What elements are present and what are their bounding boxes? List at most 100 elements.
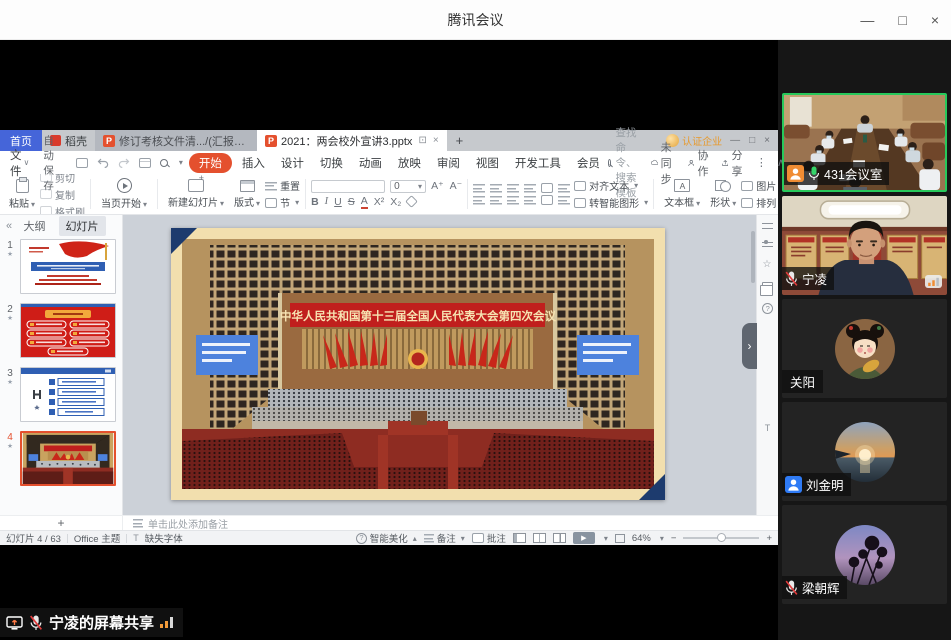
- section-button[interactable]: 节▾: [265, 195, 300, 210]
- notes-bar[interactable]: 单击此处添加备注: [123, 516, 778, 531]
- slide-canvas[interactable]: 中华人民共和国第十三届全国人民代表大会第四次会议: [123, 215, 756, 515]
- participant-tile-ningling[interactable]: 宁凌: [782, 196, 947, 295]
- tab-close-icon[interactable]: ×: [433, 135, 439, 146]
- printer-icon[interactable]: [139, 158, 151, 168]
- resources-star-icon[interactable]: ☆: [763, 260, 773, 270]
- collapse-panel-icon[interactable]: «: [6, 220, 12, 232]
- align-text-button[interactable]: 对齐文本▾: [574, 178, 648, 193]
- bullets-icon[interactable]: [473, 183, 485, 193]
- print-preview-icon[interactable]: [160, 159, 168, 167]
- bold-button[interactable]: B: [311, 196, 319, 208]
- text-tool-icon[interactable]: [765, 422, 771, 434]
- normal-view-icon[interactable]: [513, 533, 526, 543]
- undo-icon[interactable]: [97, 158, 109, 168]
- add-slide-button[interactable]: +: [0, 516, 123, 530]
- menu-review[interactable]: 审阅: [429, 153, 468, 173]
- slide-thumb-4-selected[interactable]: 4★: [2, 431, 122, 486]
- theme-name[interactable]: Office 主题: [74, 531, 120, 545]
- slide-thumb-3[interactable]: 3★: [2, 367, 122, 422]
- panes-icon[interactable]: [762, 282, 773, 291]
- missing-font-label[interactable]: 缺失字体: [145, 531, 183, 545]
- menu-design[interactable]: 设计: [273, 153, 312, 173]
- textbox-button[interactable]: 文本框▾: [659, 179, 705, 209]
- numbering-icon[interactable]: [490, 183, 502, 193]
- zoom-slider[interactable]: [683, 537, 759, 539]
- strikethrough-button[interactable]: S: [348, 196, 355, 208]
- comments-button[interactable]: 批注: [472, 531, 506, 545]
- align-right-icon[interactable]: [507, 195, 519, 205]
- align-center-icon[interactable]: [490, 195, 502, 205]
- zoom-in-button[interactable]: +: [766, 533, 772, 544]
- decrease-indent-icon[interactable]: [507, 183, 519, 193]
- reset-button[interactable]: 重置: [265, 178, 300, 193]
- line-spacing-icon[interactable]: [558, 183, 570, 193]
- paste-button[interactable]: 粘贴▾: [4, 179, 40, 210]
- tab-outline[interactable]: 大纲: [17, 216, 53, 236]
- participant-tile-liujinming[interactable]: 刘金明: [782, 402, 947, 501]
- participant-tile-guanyang[interactable]: 关阳: [782, 299, 947, 398]
- underline-button[interactable]: U: [334, 196, 342, 208]
- justify-icon[interactable]: [524, 195, 536, 205]
- picture-button[interactable]: 图片▾: [741, 178, 778, 193]
- align-left-icon[interactable]: [473, 195, 485, 205]
- help-icon[interactable]: [762, 303, 773, 314]
- wps-document-tab[interactable]: P修订考核文件清.../(汇报修改): [95, 130, 257, 151]
- menu-transition[interactable]: 切换: [312, 153, 351, 173]
- menu-animation[interactable]: 动画: [351, 153, 390, 173]
- current-slide[interactable]: 中华人民共和国第十三届全国人民代表大会第四次会议: [171, 228, 665, 500]
- properties-icon[interactable]: [762, 241, 773, 248]
- maximize-icon[interactable]: □: [898, 12, 906, 28]
- notes-button[interactable]: 备注▾: [424, 531, 465, 545]
- font-color-button[interactable]: A: [361, 195, 368, 209]
- redo-icon[interactable]: [118, 158, 130, 168]
- slide-thumb-2[interactable]: 2★: [2, 303, 122, 358]
- menu-member[interactable]: 会员: [569, 153, 608, 173]
- indent-list-icon[interactable]: [558, 195, 570, 205]
- slideshow-play-button[interactable]: ▶: [573, 532, 595, 544]
- wps-active-document-tab[interactable]: P 2021：两会校外宣讲3.pptx ⊡ ×: [257, 130, 447, 151]
- menu-slideshow[interactable]: 放映: [390, 153, 429, 173]
- zoom-out-button[interactable]: −: [671, 533, 677, 544]
- participant-tile-meeting-room[interactable]: 431会议室: [782, 93, 947, 192]
- tab-pin-icon[interactable]: ⊡: [418, 135, 426, 146]
- ruler-icon[interactable]: [762, 223, 773, 229]
- decrease-font-icon[interactable]: A⁻: [450, 180, 463, 192]
- beautify-button[interactable]: 智能美化 ▴: [356, 531, 417, 545]
- layout-button[interactable]: 版式▾: [229, 180, 265, 209]
- close-icon[interactable]: ×: [931, 12, 939, 28]
- arrange-button[interactable]: 排列▾: [741, 195, 778, 210]
- zoom-level[interactable]: 64%: [632, 533, 651, 544]
- subscript-button[interactable]: X₂: [390, 196, 401, 208]
- cut-button[interactable]: 剪切: [40, 174, 85, 185]
- play-options-caret[interactable]: ▾: [604, 534, 608, 543]
- more-icon[interactable]: ⋮: [756, 156, 767, 169]
- highlight-icon[interactable]: [406, 195, 419, 208]
- distribute-icon[interactable]: [541, 195, 553, 205]
- participant-tile-liangzhaohui[interactable]: 梁朝辉: [782, 505, 947, 604]
- menu-view[interactable]: 视图: [468, 153, 507, 173]
- superscript-button[interactable]: X²: [374, 196, 385, 208]
- menu-home[interactable]: 开始: [189, 153, 232, 173]
- increase-font-icon[interactable]: A⁺: [431, 180, 444, 192]
- menu-insert[interactable]: 插入: [234, 153, 273, 173]
- font-name-select[interactable]: [311, 180, 385, 193]
- new-tab-button[interactable]: +: [447, 130, 473, 151]
- slide-sorter-icon[interactable]: [533, 533, 546, 543]
- columns-icon[interactable]: [541, 183, 553, 193]
- fit-slide-icon[interactable]: [615, 534, 625, 543]
- save-icon[interactable]: [76, 158, 88, 168]
- font-size-select[interactable]: 0▾: [390, 180, 426, 193]
- shapes-button[interactable]: 形状▾: [705, 179, 741, 209]
- italic-button[interactable]: I: [325, 196, 329, 207]
- copy-button[interactable]: 复制: [40, 187, 85, 202]
- expand-pane-handle[interactable]: ›: [742, 323, 757, 369]
- format-painter-button[interactable]: 格式刷: [40, 204, 85, 216]
- to-smartart-button[interactable]: 转智能图形▾: [574, 195, 648, 210]
- tab-slides[interactable]: 幻灯片: [59, 216, 106, 236]
- zoom-slider-knob[interactable]: [717, 533, 726, 542]
- increase-indent-icon[interactable]: [524, 183, 536, 193]
- menu-devtools[interactable]: 开发工具: [507, 153, 569, 173]
- slide-thumb-1[interactable]: 1★: [2, 239, 122, 294]
- caret-down-icon[interactable]: ▾: [179, 158, 183, 167]
- new-slide-button[interactable]: 新建幻灯片▾: [163, 179, 229, 209]
